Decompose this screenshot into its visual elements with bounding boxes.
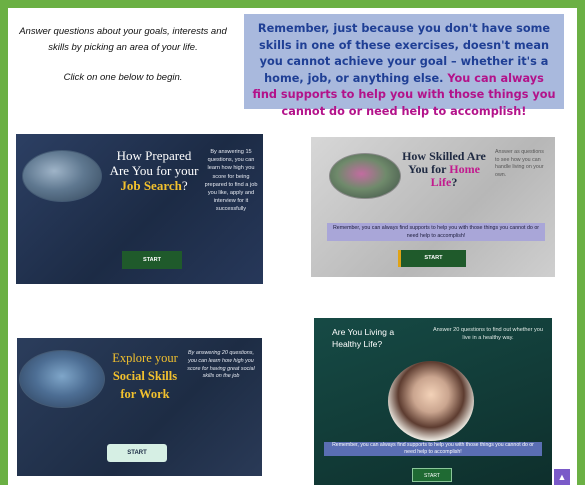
job-search-card[interactable]: How Prepared Are You for your Job Search… <box>16 134 263 284</box>
social-skills-photo <box>19 350 105 408</box>
healthy-life-photo <box>388 361 474 441</box>
home-life-support-banner: Remember, you can always find supports t… <box>327 223 545 241</box>
job-search-title: How Prepared Are You for your Job Search… <box>106 148 202 193</box>
home-life-card[interactable]: How Skilled Are You for Home Life? Answe… <box>311 137 555 277</box>
job-search-title-highlight: Job Search <box>120 178 182 193</box>
healthy-life-support-banner: Remember, you can always find supports t… <box>324 442 542 456</box>
healthy-life-title: Are You Living a Healthy Life? <box>332 327 395 349</box>
social-skills-start-button[interactable]: START <box>107 444 167 462</box>
job-search-title-text: How Prepared Are You for your <box>109 148 199 178</box>
job-search-start-button[interactable]: START <box>122 251 182 269</box>
healthy-life-start-button[interactable]: START <box>412 468 452 482</box>
home-life-description: Answer as questions to see how you can h… <box>495 149 544 178</box>
home-life-photo <box>329 153 401 199</box>
social-skills-description: By answering 20 questions, you can learn… <box>187 350 255 380</box>
intro-instructions: Answer questions about your goals, inter… <box>19 26 227 53</box>
intro-text: Answer questions about your goals, inter… <box>12 24 234 86</box>
social-skills-title-text: Explore your <box>112 351 178 365</box>
intro-begin-text: Click on one below to begin. <box>63 72 183 83</box>
healthy-life-card[interactable]: Are You Living a Healthy Life? Answer 20… <box>314 318 552 485</box>
healthy-life-description: Answer 20 questions to find out whether … <box>432 327 544 342</box>
home-life-title-end: ? <box>451 175 458 189</box>
scroll-to-top-button[interactable]: ▲ <box>554 469 570 485</box>
social-skills-title: Explore your Social Skills for Work <box>107 349 183 403</box>
job-search-description: By answering 15 questions, you can learn… <box>204 149 258 213</box>
social-skills-card[interactable]: Explore your Social Skills for Work By a… <box>17 338 262 476</box>
job-search-title-end: ? <box>181 178 188 193</box>
job-search-photo <box>22 150 102 202</box>
reminder-notice: Remember, just because you don't have so… <box>244 14 564 118</box>
social-skills-title-highlight: Social Skills for Work <box>112 369 178 401</box>
chevron-up-icon: ▲ <box>557 472 567 482</box>
home-life-start-button[interactable]: START <box>398 250 466 267</box>
home-life-title: How Skilled Are You for Home Life? <box>397 150 491 189</box>
